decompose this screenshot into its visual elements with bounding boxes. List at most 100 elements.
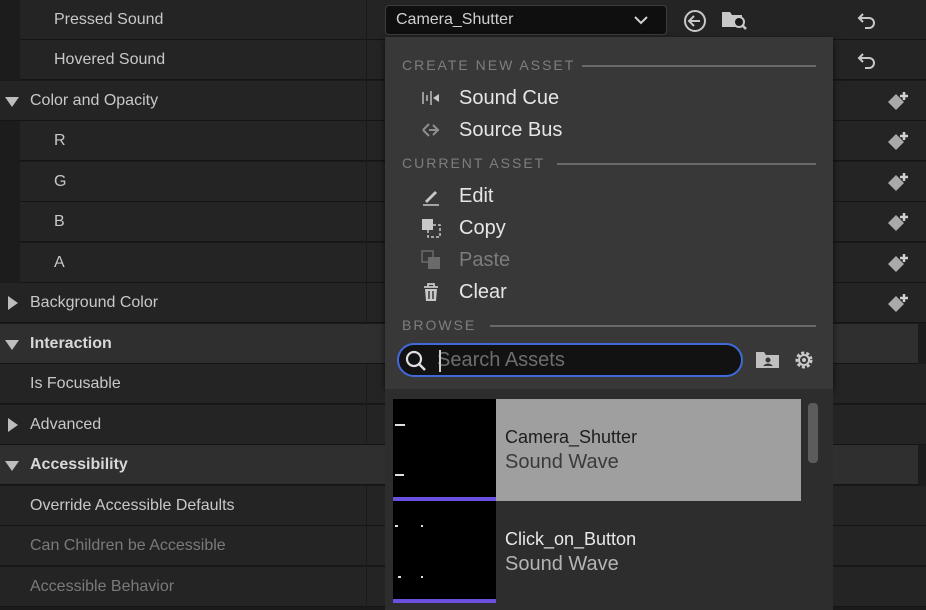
text-caret [439, 350, 441, 372]
property-label: Override Accessible Defaults [30, 497, 235, 514]
asset-list: Camera_Shutter Sound Wave Click_on_Butto… [385, 389, 833, 610]
property-label: G [54, 173, 67, 190]
name-cell: A [20, 243, 366, 283]
name-cell: Is Focusable [0, 364, 366, 404]
section-header: CURRENT ASSET [402, 155, 546, 171]
add-keyframe-icon[interactable] [886, 130, 910, 154]
expand-arrow-icon[interactable] [8, 296, 18, 310]
waveform-thumbnail [393, 501, 496, 603]
paste-icon [421, 250, 440, 269]
scrollbar-track [918, 324, 926, 364]
indent-bar [0, 243, 20, 283]
section-header: CREATE NEW ASSET [402, 57, 576, 73]
property-label: Pressed Sound [54, 11, 164, 28]
waveform-mark [421, 576, 423, 578]
name-cell: Pressed Sound [20, 0, 366, 40]
add-keyframe-icon[interactable] [886, 90, 910, 114]
source-bus-icon [422, 123, 440, 137]
add-keyframe-icon[interactable] [886, 211, 910, 235]
indent-bar [0, 0, 20, 40]
menu-item-label: Source Bus [459, 119, 563, 141]
asset-name: Camera_Shutter [505, 427, 638, 447]
expand-arrow-icon[interactable] [5, 340, 19, 350]
indent-bar [0, 162, 20, 202]
asset-info: Camera_Shutter Sound Wave [496, 399, 801, 501]
asset-tile-click-on-button[interactable]: Click_on_Button Sound Wave [393, 501, 801, 603]
waveform-mark [395, 424, 405, 426]
menu-item-label: Edit [459, 185, 494, 207]
copy-icon [422, 219, 441, 238]
section-create-new-asset: CREATE NEW ASSET [402, 57, 816, 73]
reset-to-default-icon[interactable] [856, 49, 878, 71]
name-cell: G [20, 162, 366, 202]
expand-arrow-icon[interactable] [8, 418, 18, 432]
search-input[interactable] [437, 348, 727, 372]
name-cell: Can Children be Accessible [0, 526, 366, 566]
search-icon [405, 350, 426, 371]
property-label: B [54, 213, 65, 230]
asset-name: Click_on_Button [505, 529, 637, 549]
category-label: Accessibility [30, 456, 128, 473]
indent-bar [0, 40, 20, 80]
expand-arrow-icon[interactable] [5, 97, 19, 107]
add-keyframe-icon[interactable] [886, 252, 910, 276]
pencil-icon [423, 191, 439, 206]
menu-item-label: Copy [459, 217, 506, 239]
property-label: A [54, 254, 65, 271]
indent-bar [0, 121, 20, 161]
asset-tile-camera-shutter[interactable]: Camera_Shutter Sound Wave [393, 399, 801, 501]
name-cell: Accessible Behavior [0, 567, 366, 607]
section-divider [557, 163, 816, 165]
reset-to-default-icon[interactable] [856, 9, 878, 31]
chevron-down-icon[interactable] [634, 14, 648, 26]
section-divider [582, 65, 816, 67]
name-cell: Color and Opacity [0, 81, 366, 121]
waveform-mark [421, 525, 423, 527]
waveform-mark [398, 576, 401, 578]
property-label: Accessible Behavior [30, 578, 175, 595]
name-cell: Override Accessible Defaults [0, 486, 366, 526]
add-keyframe-icon[interactable] [886, 292, 910, 316]
indent-bar [0, 202, 20, 242]
section-header: BROWSE [402, 317, 477, 333]
name-cell: Advanced [0, 405, 366, 445]
asset-list-scrollbar[interactable] [808, 403, 818, 463]
combo-value: Camera_Shutter [396, 11, 514, 28]
trash-icon [424, 283, 438, 301]
asset-info: Click_on_Button Sound Wave [496, 501, 801, 603]
search-assets-box[interactable] [397, 343, 743, 377]
asset-type: Sound Wave [505, 553, 619, 575]
use-selected-asset-icon[interactable] [682, 8, 708, 34]
name-cell: B [20, 202, 366, 242]
waveform-mark [395, 474, 404, 476]
add-keyframe-icon[interactable] [886, 171, 910, 195]
asset-type-color-bar [393, 599, 496, 603]
property-label: Hovered Sound [54, 51, 166, 68]
category-label: Interaction [30, 335, 112, 352]
menu-item-label: Clear [459, 281, 507, 303]
name-cell: Hovered Sound [20, 40, 366, 80]
waveform-mark [395, 525, 398, 527]
section-divider [490, 325, 816, 327]
settings-gear-icon[interactable] [791, 347, 817, 373]
scrollbar-track [918, 445, 926, 485]
name-cell: Background Color [0, 283, 366, 323]
folder-filter-icon[interactable] [755, 348, 781, 372]
group-label: Background Color [30, 294, 159, 311]
menu-item-label: Sound Cue [459, 87, 560, 109]
asset-picker-menu: CREATE NEW ASSET Sound Cue Source Bus CU… [385, 37, 833, 389]
group-label: Advanced [30, 416, 102, 433]
section-current-asset: CURRENT ASSET [402, 155, 816, 171]
property-label: R [54, 132, 66, 149]
property-label: Is Focusable [30, 375, 121, 392]
waveform-thumbnail [393, 399, 496, 501]
section-browse: BROWSE [402, 317, 816, 333]
menu-item-label: Paste [459, 249, 511, 271]
sound-asset-combo[interactable]: Camera_Shutter [385, 5, 667, 35]
group-label: Color and Opacity [30, 92, 159, 109]
browse-to-asset-icon[interactable] [720, 7, 748, 33]
expand-arrow-icon[interactable] [5, 461, 19, 471]
name-cell: R [20, 121, 366, 161]
property-label: Can Children be Accessible [30, 537, 226, 554]
sound-cue-icon [422, 91, 439, 105]
